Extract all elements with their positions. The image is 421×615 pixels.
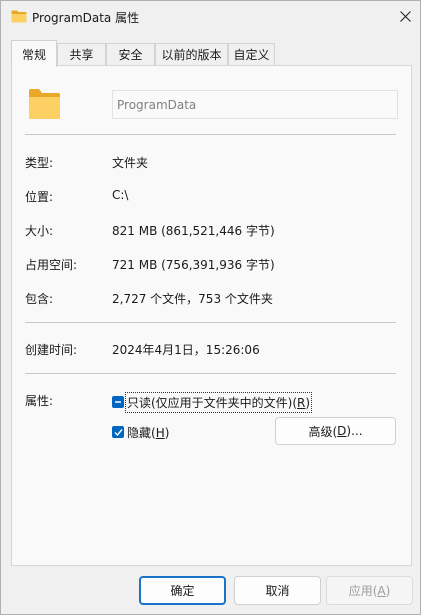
- close-button[interactable]: [394, 5, 416, 27]
- tab-sharing[interactable]: 共享: [57, 43, 106, 65]
- size-on-disk-label: 占用空间:: [25, 258, 78, 272]
- contains-label: 包含:: [25, 292, 54, 306]
- hidden-checkbox[interactable]: [112, 426, 124, 438]
- window-title: ProgramData 属性: [32, 11, 140, 25]
- created-value: 2024年4月1日，15:26:06: [112, 343, 260, 357]
- separator: [25, 373, 396, 374]
- tab-previous-versions[interactable]: 以前的版本: [155, 43, 228, 65]
- general-tab-panel: 类型: 文件夹 位置: C:\ 大小: 821 MB (861,521,446 …: [11, 65, 412, 566]
- location-label: 位置:: [25, 190, 54, 204]
- tab-general[interactable]: 常规: [11, 40, 57, 67]
- folder-icon: [29, 89, 60, 119]
- advanced-button[interactable]: 高级(D)...: [275, 417, 396, 445]
- created-label: 创建时间:: [25, 343, 78, 357]
- size-label: 大小:: [25, 224, 54, 238]
- readonly-checkbox[interactable]: [112, 396, 124, 408]
- close-icon: [399, 10, 411, 22]
- separator: [25, 134, 396, 135]
- properties-dialog: ProgramData 属性 常规 共享 安全 以前的版本 自定义 类型: 文件…: [0, 0, 421, 615]
- hidden-label[interactable]: 隐藏(H): [127, 424, 169, 441]
- location-value: C:\: [112, 188, 129, 202]
- apply-button[interactable]: 应用(A): [326, 576, 413, 605]
- tab-security[interactable]: 安全: [106, 43, 155, 65]
- title-bar[interactable]: ProgramData 属性: [1, 1, 420, 33]
- ok-button[interactable]: 确定: [139, 576, 226, 605]
- size-on-disk-value: 721 MB (756,391,936 字节): [112, 258, 275, 272]
- tab-customize[interactable]: 自定义: [228, 43, 275, 65]
- readonly-label[interactable]: 只读(仅应用于文件夹中的文件)(R): [124, 392, 313, 413]
- checkmark-icon: [114, 428, 123, 436]
- contains-value: 2,727 个文件，753 个文件夹: [112, 292, 273, 306]
- folder-name-input[interactable]: [112, 90, 398, 119]
- type-value: 文件夹: [112, 156, 149, 170]
- cancel-button[interactable]: 取消: [234, 576, 321, 605]
- size-value: 821 MB (861,521,446 字节): [112, 224, 275, 238]
- indeterminate-icon: [115, 401, 121, 403]
- type-label: 类型:: [25, 156, 54, 170]
- separator: [25, 322, 396, 323]
- folder-icon: [11, 10, 27, 23]
- attributes-label: 属性:: [25, 394, 54, 408]
